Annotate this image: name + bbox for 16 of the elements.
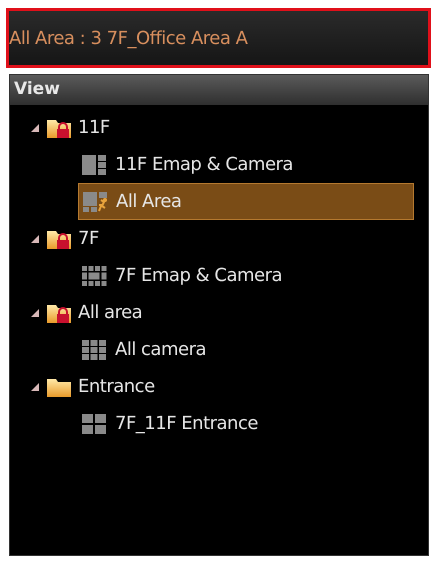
tree-folder[interactable]: 7F bbox=[10, 220, 428, 257]
tree-item[interactable]: 11F Emap & Camera bbox=[78, 146, 414, 183]
grid-layout-icon bbox=[82, 340, 107, 360]
tree-folder[interactable]: Entrance bbox=[10, 368, 428, 405]
header-text: View bbox=[14, 78, 60, 102]
tree-folder[interactable]: 11F bbox=[10, 109, 428, 146]
tree-folder[interactable]: All area bbox=[10, 294, 428, 331]
title-text: All Area : 3 7F_Office Area A bbox=[9, 26, 248, 50]
tree-item[interactable]: 7F_11F Entrance bbox=[78, 405, 414, 442]
alarm-layout-icon bbox=[83, 192, 108, 212]
tree-item[interactable]: All Area bbox=[78, 183, 414, 220]
tree-item[interactable]: All camera bbox=[78, 331, 414, 368]
tree-item[interactable]: 7F Emap & Camera bbox=[78, 257, 414, 294]
grid-layout-icon bbox=[82, 266, 107, 286]
grid-layout-icon bbox=[82, 414, 107, 434]
grid-layout-icon bbox=[82, 154, 107, 174]
